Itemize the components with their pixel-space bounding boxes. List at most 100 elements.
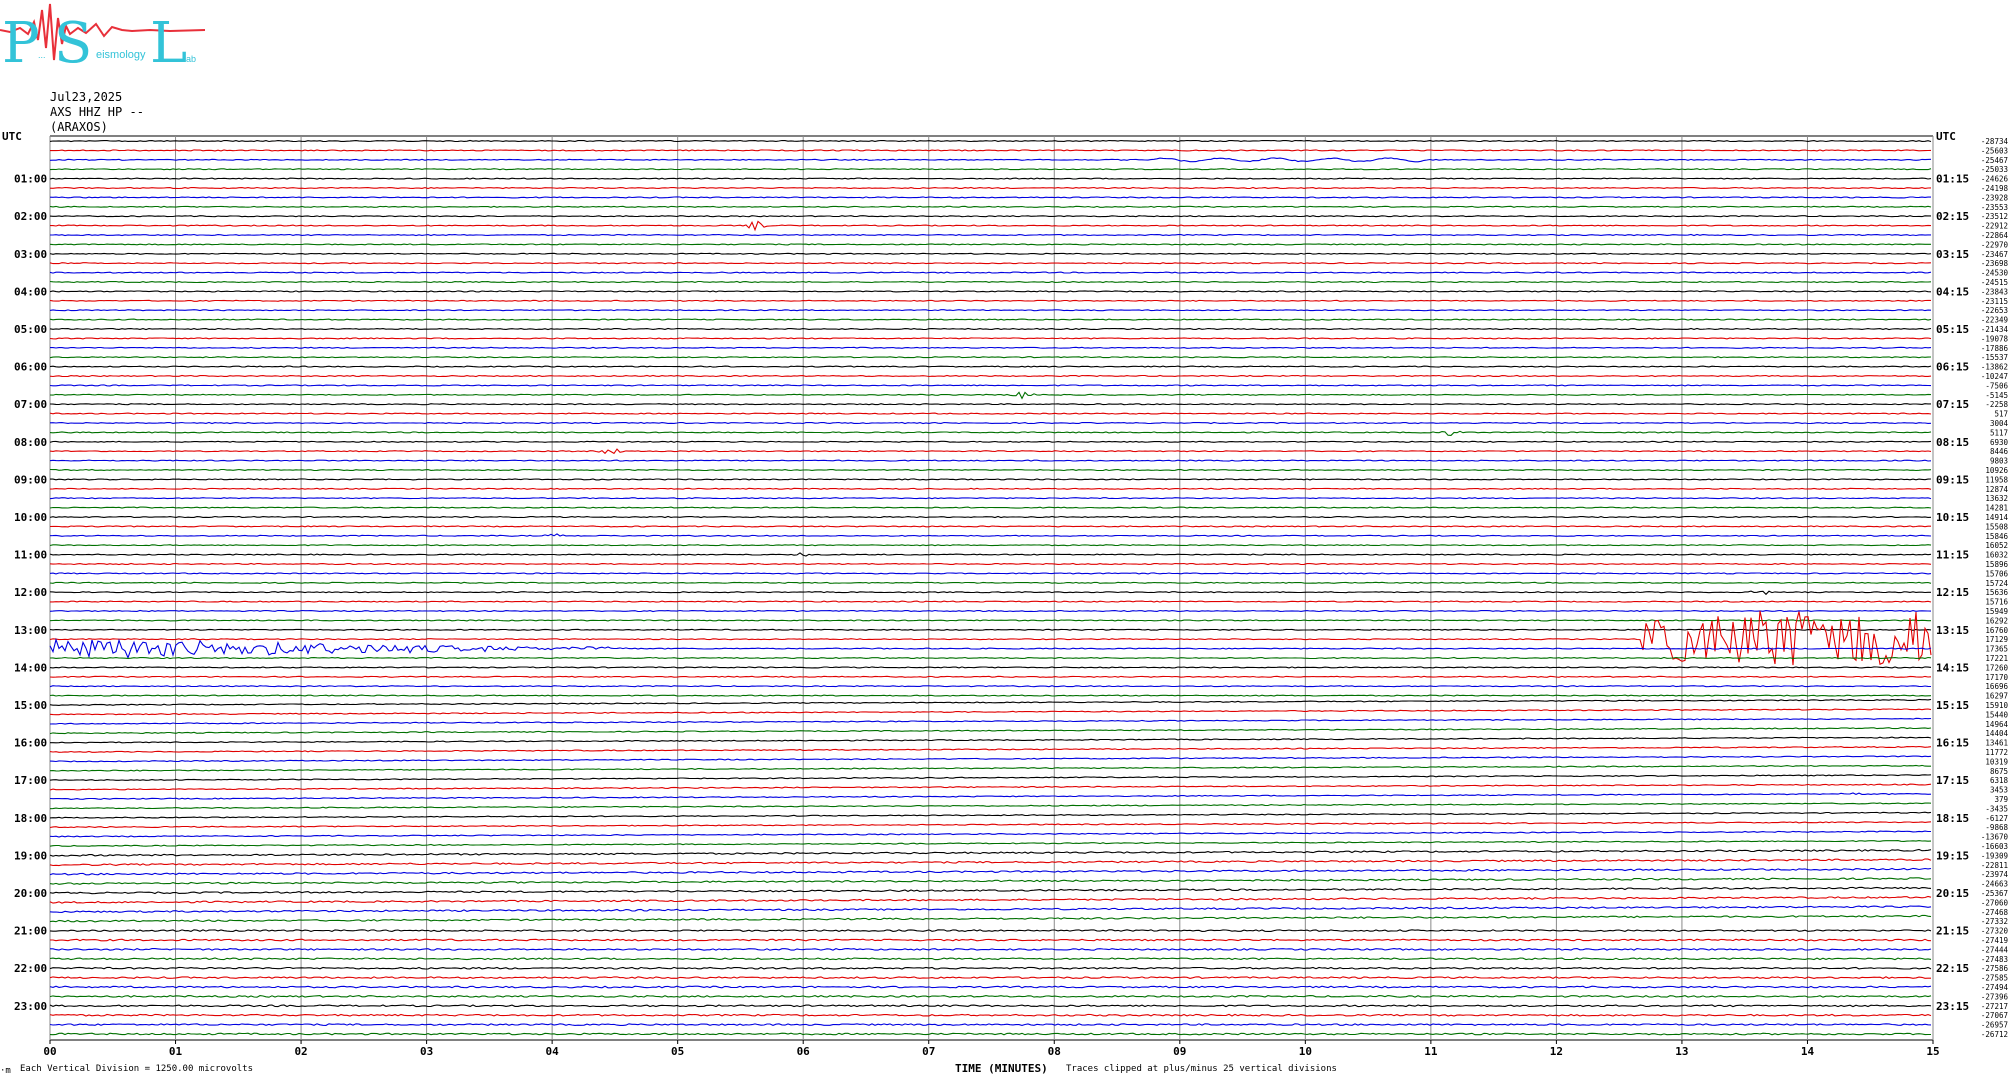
trace-line-72 (49, 811, 1932, 819)
trace-line-47 (49, 581, 1932, 584)
offset-label: -25603 (1981, 146, 2008, 155)
trace-line-33 (49, 448, 1932, 455)
x-tick-label: 06 (797, 1045, 811, 1058)
left-hour-label: 11:00 (14, 549, 47, 562)
trace-line-4 (49, 177, 1932, 180)
trace-line-82 (49, 905, 1932, 913)
trace-line-2 (49, 157, 1932, 163)
trace-line-53 (49, 610, 1932, 666)
x-tick-label: 00 (43, 1045, 56, 1058)
offset-label: 17260 (1985, 663, 2008, 672)
trace-line-25 (49, 374, 1932, 378)
left-hour-label: 23:00 (14, 1000, 47, 1013)
trace-line-38 (49, 497, 1932, 500)
trace-line-23 (49, 356, 1932, 359)
offset-label: 15716 (1985, 598, 2008, 607)
trace-line-14 (49, 271, 1932, 274)
offset-label: -9868 (1985, 823, 2008, 832)
right-hour-label: 15:15 (1936, 699, 1969, 712)
offset-label: 16032 (1985, 551, 2008, 560)
offset-label: 15508 (1985, 522, 2008, 531)
right-hour-label: 23:15 (1936, 1000, 1969, 1013)
left-hour-label: 07:00 (14, 398, 47, 411)
trace-line-19 (49, 318, 1932, 321)
offset-label: -27217 (1981, 1002, 2008, 1011)
offset-label: -25467 (1981, 156, 2008, 165)
trace-line-60 (49, 698, 1932, 706)
offset-label: -22864 (1981, 231, 2009, 240)
offset-label: 11772 (1985, 748, 2008, 757)
offset-label: -27419 (1981, 936, 2008, 945)
right-hour-label: 12:15 (1936, 586, 1969, 599)
trace-line-74 (49, 830, 1931, 838)
offset-label: -13670 (1981, 833, 2009, 842)
offset-label: -19309 (1981, 851, 2008, 860)
left-hour-label: 03:00 (14, 248, 47, 261)
trace-line-62 (49, 717, 1932, 725)
left-hour-label: 06:00 (14, 361, 47, 374)
offset-label: -27585 (1981, 974, 2008, 983)
trace-line-0 (49, 139, 1932, 143)
trace-line-26 (49, 384, 1932, 387)
offset-label: -2258 (1985, 400, 2008, 409)
offset-label: -7506 (1985, 381, 2008, 390)
left-hour-label: 12:00 (14, 586, 47, 599)
x-tick-label: 03 (420, 1045, 433, 1058)
offset-label: -24626 (1981, 175, 2009, 184)
offset-label: -23928 (1981, 193, 2009, 202)
left-hour-label: 22:00 (14, 962, 47, 975)
trace-line-64 (50, 736, 1932, 744)
left-hour-label: 01:00 (14, 173, 47, 186)
x-tick-label: 08 (1048, 1045, 1061, 1058)
offset-label: -28734 (1981, 137, 2009, 146)
trace-line-46 (49, 572, 1932, 575)
x-tick-label: 07 (922, 1045, 935, 1058)
offset-label: 16297 (1985, 692, 2008, 701)
offset-label: 6930 (1990, 438, 2009, 447)
offset-label: 16696 (1985, 682, 2008, 691)
trace-line-36 (50, 478, 1932, 481)
trace-line-84 (49, 929, 1932, 933)
offset-label: -26712 (1981, 1030, 2008, 1039)
offset-label: -24663 (1981, 880, 2008, 889)
trace-line-12 (49, 252, 1932, 255)
trace-line-20 (49, 327, 1932, 331)
right-hour-label: 13:15 (1936, 624, 1969, 637)
right-hour-label: 18:15 (1936, 812, 1969, 825)
trace-line-48 (49, 590, 1931, 596)
trace-line-18 (49, 309, 1932, 312)
offset-label: -27396 (1981, 992, 2009, 1001)
offset-label: -23467 (1981, 250, 2008, 259)
trace-line-58 (49, 685, 1932, 688)
offset-label: -27067 (1981, 1011, 2008, 1020)
offset-label: -23553 (1981, 203, 2008, 212)
trace-line-88 (49, 966, 1932, 970)
scale-note: Each Vertical Division = 1250.00 microvo… (20, 1064, 253, 1074)
left-hour-label: 17:00 (14, 774, 47, 787)
x-tick-label: 11 (1424, 1045, 1438, 1058)
x-tick-label: 01 (169, 1045, 183, 1058)
trace-line-34 (49, 459, 1932, 462)
trace-line-32 (49, 440, 1932, 443)
offset-label: -17886 (1981, 344, 2009, 353)
trace-line-44 (49, 552, 1932, 557)
offset-label: -3435 (1985, 804, 2008, 813)
right-hour-label: 14:15 (1936, 661, 1969, 674)
left-hour-label: 09:00 (14, 473, 47, 486)
trace-line-81 (49, 895, 1932, 904)
trace-line-5 (49, 186, 1932, 190)
trace-line-35 (49, 468, 1932, 472)
offset-label: -24198 (1981, 184, 2009, 193)
right-hour-label: 22:15 (1936, 962, 1969, 975)
trace-line-85 (50, 938, 1932, 942)
helicorder-plot: 00 01 02 03 04 05 06 07 08 09 10 11 12 13 14 15-28734-2… (2, 130, 2009, 1058)
offset-label: -27586 (1981, 964, 2009, 973)
offset-label: -23512 (1981, 212, 2008, 221)
right-hour-label: 02:15 (1936, 210, 1969, 223)
offset-label: -24530 (1981, 269, 2009, 278)
trace-line-79 (49, 877, 1932, 885)
offset-label: 17365 (1985, 645, 2008, 654)
trace-line-73 (49, 821, 1932, 829)
offset-label: 13461 (1985, 739, 2008, 748)
right-hour-label: 10:15 (1936, 511, 1969, 524)
